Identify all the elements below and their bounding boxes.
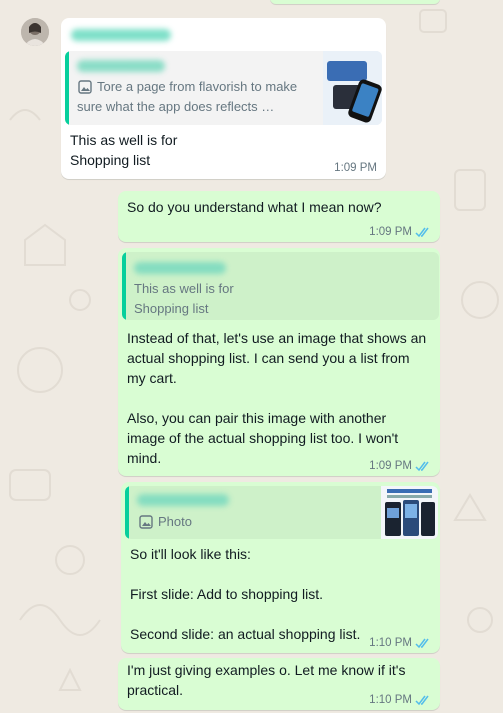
message-text: So it'll look like this: First slide: Ad… — [130, 546, 361, 642]
previous-message-bubble — [270, 0, 440, 4]
image-icon — [139, 515, 153, 529]
message-time: 1:10 PM — [369, 694, 412, 706]
quoted-thumbnail — [381, 486, 438, 539]
quoted-sender-redacted — [137, 494, 229, 506]
quote-accent-bar — [125, 486, 129, 539]
incoming-message[interactable]: Tore a page from flavorish to make sure … — [61, 18, 386, 179]
message-meta: 1:09 PM — [334, 161, 377, 175]
message-time: 1:09 PM — [369, 460, 412, 472]
outgoing-message[interactable]: This as well is for Shopping list Instea… — [118, 248, 440, 476]
quoted-text: Photo — [158, 514, 192, 529]
quote-accent-bar — [65, 51, 69, 125]
contact-avatar[interactable] — [21, 18, 49, 46]
avatar-icon — [21, 18, 49, 46]
quoted-sender-redacted — [77, 60, 165, 72]
quoted-message[interactable]: Photo — [125, 486, 438, 539]
message-text: Instead of that, let's use an image that… — [127, 330, 427, 466]
double-check-icon — [415, 638, 431, 649]
quoted-message[interactable]: This as well is for Shopping list — [122, 252, 439, 320]
message-meta: 1:10 PM — [369, 636, 431, 650]
double-check-icon — [415, 695, 431, 706]
message-meta: 1:09 PM — [369, 225, 431, 239]
message-time: 1:10 PM — [369, 637, 412, 649]
message-meta: 1:09 PM — [369, 459, 431, 473]
quoted-message[interactable]: Tore a page from flavorish to make sure … — [65, 51, 382, 125]
double-check-icon — [415, 227, 431, 238]
double-check-icon — [415, 461, 431, 472]
quoted-thumbnail — [323, 51, 382, 125]
message-text: This as well is for Shopping list — [70, 132, 178, 168]
message-meta: 1:10 PM — [369, 693, 431, 707]
quoted-sender-redacted — [134, 262, 226, 274]
quote-accent-bar — [122, 252, 126, 320]
sender-name-redacted — [71, 29, 171, 41]
outgoing-message[interactable]: I'm just giving examples o. Let me know … — [118, 658, 440, 710]
quoted-text: This as well is for Shopping list — [134, 281, 234, 316]
message-text: So do you understand what I mean now? — [127, 199, 382, 215]
message-time: 1:09 PM — [369, 226, 412, 238]
quoted-text: Tore a page from flavorish to make sure … — [77, 79, 298, 114]
outgoing-message[interactable]: Photo So it'll look like this: First sli… — [121, 482, 440, 653]
message-time: 1:09 PM — [334, 162, 377, 174]
outgoing-message[interactable]: So do you understand what I mean now? 1:… — [118, 191, 440, 242]
